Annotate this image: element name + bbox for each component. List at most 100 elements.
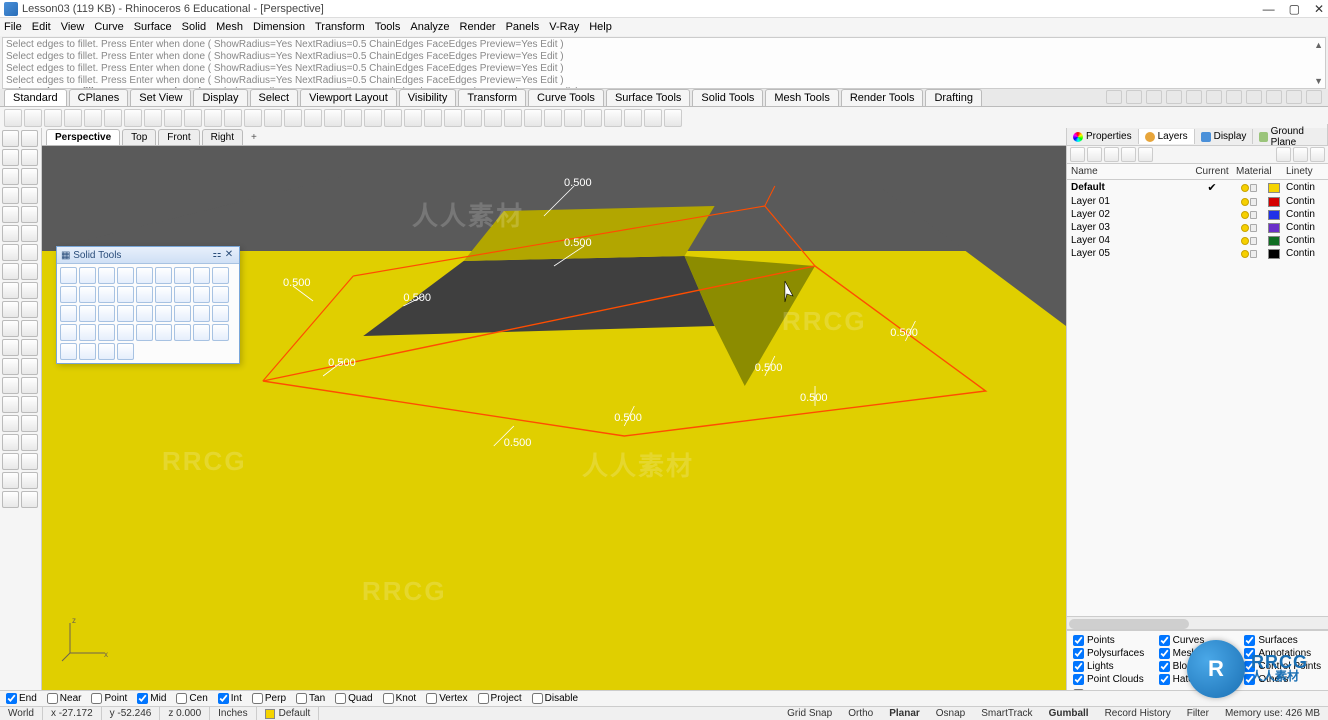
tab-display[interactable]: Display: [193, 89, 247, 106]
status-units[interactable]: Inches: [210, 707, 256, 720]
toolbar-button[interactable]: [44, 109, 62, 127]
menu-dimension[interactable]: Dimension: [253, 21, 305, 33]
toolbar-button[interactable]: [324, 109, 342, 127]
solid-tool-button[interactable]: [136, 305, 153, 322]
osnap-vertex[interactable]: Vertex: [426, 693, 467, 704]
osnap-cen[interactable]: Cen: [176, 693, 207, 704]
left-tool-button[interactable]: [2, 320, 19, 337]
toolbar-button[interactable]: [444, 109, 462, 127]
menu-panels[interactable]: Panels: [506, 21, 540, 33]
toolbar-button[interactable]: [84, 109, 102, 127]
left-tool-button[interactable]: [2, 263, 19, 280]
solid-tool-button[interactable]: [193, 324, 210, 341]
osnap-perp[interactable]: Perp: [252, 693, 286, 704]
left-tool-button[interactable]: [2, 168, 19, 185]
layer-color-swatch[interactable]: [1268, 183, 1280, 193]
tab-mesh-tools[interactable]: Mesh Tools: [765, 89, 838, 106]
toolbar-button[interactable]: [464, 109, 482, 127]
panel-close-icon[interactable]: ✕: [223, 249, 235, 261]
left-tool-button[interactable]: [2, 415, 19, 432]
history-scroll-up[interactable]: ▲: [1314, 39, 1323, 51]
layer-color-swatch[interactable]: [1268, 197, 1280, 207]
layer-row[interactable]: Layer 04Contin: [1067, 234, 1328, 247]
tab-visibility[interactable]: Visibility: [399, 89, 457, 106]
vtab-front[interactable]: Front: [158, 129, 199, 145]
left-tool-button[interactable]: [2, 244, 19, 261]
tab-solid-tools[interactable]: Solid Tools: [692, 89, 763, 106]
layer-sublayer-icon[interactable]: [1087, 147, 1102, 162]
layer-up-icon[interactable]: [1121, 147, 1136, 162]
osnap-point[interactable]: Point: [91, 693, 127, 704]
left-tool-button[interactable]: [2, 282, 19, 299]
toolbar-button[interactable]: [344, 109, 362, 127]
toolbar-button[interactable]: [124, 109, 142, 127]
toolbar-button[interactable]: [104, 109, 122, 127]
toolbar-button[interactable]: [644, 109, 662, 127]
layer-help-icon[interactable]: [1310, 147, 1325, 162]
toolbar-button[interactable]: [264, 109, 282, 127]
menu-surface[interactable]: Surface: [134, 21, 172, 33]
left-tool-button[interactable]: [2, 472, 19, 489]
toolbar-button[interactable]: [544, 109, 562, 127]
solid-tool-button[interactable]: [79, 267, 96, 284]
solid-tool-button[interactable]: [174, 286, 191, 303]
toolbar-button[interactable]: [204, 109, 222, 127]
tab-drafting[interactable]: Drafting: [925, 89, 982, 106]
osnap-quad[interactable]: Quad: [335, 693, 372, 704]
toolbar-button[interactable]: [64, 109, 82, 127]
left-tool-button[interactable]: [21, 301, 38, 318]
left-tool-button[interactable]: [21, 320, 38, 337]
layer-visibility[interactable]: [1236, 198, 1262, 206]
toolbar-button[interactable]: [504, 109, 522, 127]
layer-color-swatch[interactable]: [1268, 236, 1280, 246]
menu-view[interactable]: View: [61, 21, 85, 33]
left-tool-button[interactable]: [2, 358, 19, 375]
vtab-right[interactable]: Right: [202, 129, 243, 145]
tab-setview[interactable]: Set View: [130, 89, 191, 106]
left-tool-button[interactable]: [2, 453, 19, 470]
left-tool-button[interactable]: [21, 358, 38, 375]
osnap-mid[interactable]: Mid: [137, 693, 166, 704]
layer-visibility[interactable]: [1236, 250, 1262, 258]
left-tool-button[interactable]: [21, 168, 38, 185]
layer-row[interactable]: Layer 02Contin: [1067, 208, 1328, 221]
solid-tool-button[interactable]: [98, 324, 115, 341]
layer-head-linetype[interactable]: Linety: [1286, 166, 1324, 177]
left-tool-button[interactable]: [2, 187, 19, 204]
solid-tools-panel[interactable]: ▦ Solid Tools ⚏ ✕: [56, 246, 240, 364]
menu-vray[interactable]: V-Ray: [549, 21, 579, 33]
left-tool-button[interactable]: [21, 377, 38, 394]
layer-visibility[interactable]: [1236, 211, 1262, 219]
layer-current[interactable]: ✔: [1188, 181, 1236, 194]
solid-tool-button[interactable]: [174, 305, 191, 322]
left-tool-button[interactable]: [21, 339, 38, 356]
quick-icon[interactable]: [1266, 90, 1282, 104]
layer-row[interactable]: Layer 05Contin: [1067, 247, 1328, 260]
solid-tool-button[interactable]: [79, 343, 96, 360]
quick-icon[interactable]: [1166, 90, 1182, 104]
layer-filter-icon[interactable]: [1276, 147, 1291, 162]
solid-tool-button[interactable]: [136, 286, 153, 303]
left-tool-button[interactable]: [21, 244, 38, 261]
solid-tool-button[interactable]: [117, 286, 134, 303]
solid-tool-button[interactable]: [117, 343, 134, 360]
left-tool-button[interactable]: [2, 149, 19, 166]
toolbar-button[interactable]: [364, 109, 382, 127]
solid-tool-button[interactable]: [155, 305, 172, 322]
toolbar-button[interactable]: [484, 109, 502, 127]
menu-transform[interactable]: Transform: [315, 21, 365, 33]
left-tool-button[interactable]: [2, 377, 19, 394]
layer-linetype[interactable]: Contin: [1286, 209, 1324, 220]
solid-tool-button[interactable]: [79, 286, 96, 303]
layer-color-swatch[interactable]: [1268, 223, 1280, 233]
tab-transform[interactable]: Transform: [458, 89, 526, 106]
left-tool-button[interactable]: [2, 130, 19, 147]
menu-curve[interactable]: Curve: [94, 21, 123, 33]
status-world[interactable]: World: [0, 707, 43, 720]
toolbar-button[interactable]: [144, 109, 162, 127]
menu-mesh[interactable]: Mesh: [216, 21, 243, 33]
toolbar-button[interactable]: [164, 109, 182, 127]
solid-tool-button[interactable]: [212, 324, 229, 341]
minimize-button[interactable]: —: [1263, 2, 1275, 16]
solid-tool-button[interactable]: [136, 267, 153, 284]
